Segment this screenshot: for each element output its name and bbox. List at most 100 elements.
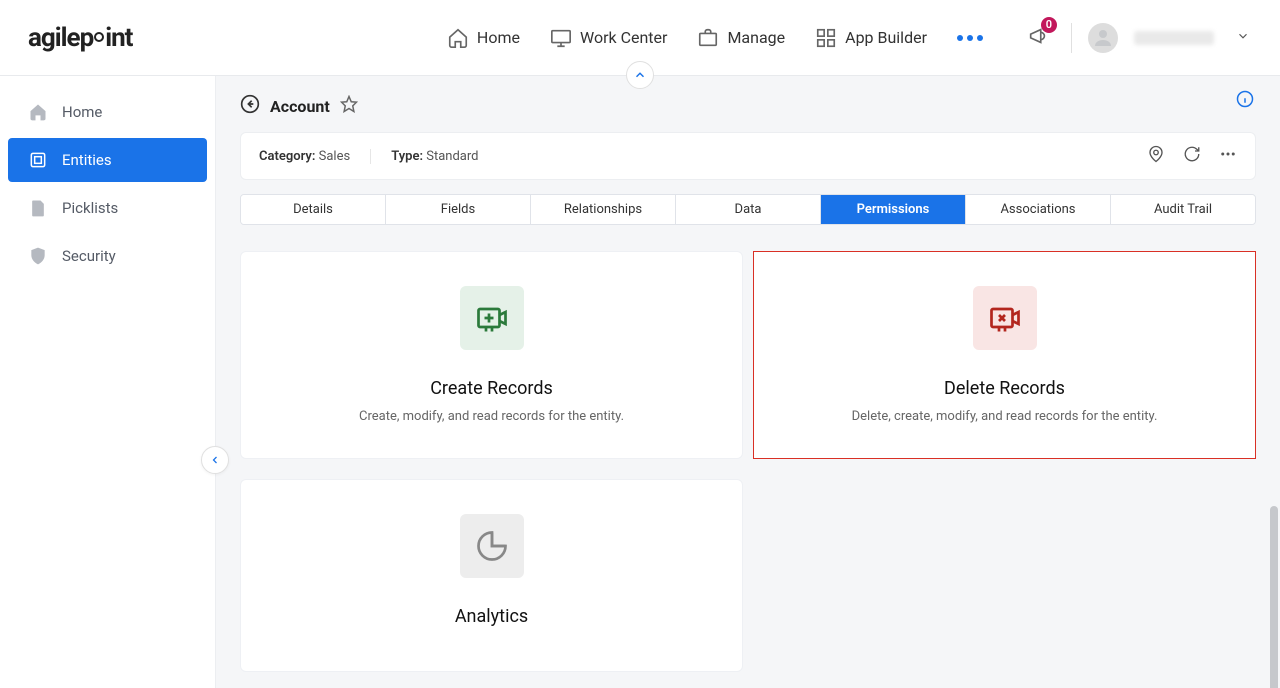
topnav-home[interactable]: Home: [447, 27, 520, 49]
scrollbar-thumb[interactable]: [1270, 506, 1278, 688]
username-blur: [1134, 31, 1214, 45]
add-camera-icon: [474, 300, 510, 336]
body: Home Entities Picklists Security Account: [0, 76, 1280, 688]
tab-permissions[interactable]: Permissions: [821, 195, 966, 224]
card-icon-wrap: [460, 286, 524, 350]
tab-audit-trail[interactable]: Audit Trail: [1111, 195, 1255, 224]
page-title: Account: [270, 97, 330, 116]
star-icon: [340, 95, 358, 113]
chevron-up-icon: [633, 68, 647, 82]
tab-fields[interactable]: Fields: [386, 195, 531, 224]
sidebar-item-label: Security: [62, 247, 116, 265]
card-desc: Create, modify, and read records for the…: [267, 409, 716, 424]
main: Account Category: Sales Type: Standard D…: [216, 76, 1280, 688]
meta-bar: Category: Sales Type: Standard: [240, 132, 1256, 180]
dot-icon: [977, 35, 983, 41]
topnav: Home Work Center Manage App Builder: [447, 27, 983, 49]
meta-actions: [1147, 145, 1237, 167]
delete-camera-icon: [987, 300, 1023, 336]
topnav-more[interactable]: [957, 27, 983, 49]
shield-icon: [28, 246, 48, 266]
card-icon-wrap: [460, 514, 524, 578]
tab-label: Associations: [1000, 202, 1075, 217]
sidebar-item-picklists[interactable]: Picklists: [8, 186, 207, 230]
page-header: Account: [240, 94, 1256, 118]
card-title: Analytics: [267, 606, 716, 627]
favorite-button[interactable]: [340, 95, 358, 117]
card-title: Delete Records: [780, 378, 1229, 399]
tabs: Details Fields Relationships Data Permis…: [240, 194, 1256, 225]
cards-row-1: Create Records Create, modify, and read …: [240, 251, 1256, 459]
topnav-app-builder[interactable]: App Builder: [815, 27, 927, 49]
tab-details[interactable]: Details: [241, 195, 386, 224]
notifications-button[interactable]: 0: [1021, 19, 1055, 57]
meta-value: Standard: [426, 149, 478, 164]
more-horizontal-icon: [1219, 145, 1237, 163]
user-icon: [1091, 26, 1115, 50]
card-icon-wrap: [973, 286, 1037, 350]
tab-label: Permissions: [857, 202, 930, 217]
info-button[interactable]: [1236, 90, 1254, 112]
topnav-manage[interactable]: Manage: [697, 27, 785, 49]
tab-label: Relationships: [564, 202, 642, 217]
sidebar-item-label: Picklists: [62, 199, 118, 217]
notification-badge: 0: [1041, 17, 1057, 33]
tab-associations[interactable]: Associations: [966, 195, 1111, 224]
chevron-down-icon: [1236, 29, 1250, 43]
monitor-icon: [550, 27, 572, 49]
home-icon: [447, 27, 469, 49]
sidebar-item-security[interactable]: Security: [8, 234, 207, 278]
refresh-icon: [1183, 145, 1201, 163]
divider: [1071, 23, 1072, 53]
topnav-label: Work Center: [580, 28, 667, 47]
topbar-right: 0: [1021, 19, 1256, 57]
sidebar-item-label: Home: [62, 103, 102, 121]
tab-data[interactable]: Data: [676, 195, 821, 224]
card-analytics[interactable]: Analytics: [240, 479, 743, 672]
briefcase-icon: [697, 27, 719, 49]
sidebar-item-label: Entities: [62, 151, 112, 169]
topbar: agilepint Home Work Center Manage App Bu…: [0, 0, 1280, 76]
more-button[interactable]: [1219, 145, 1237, 167]
sidebar-item-home[interactable]: Home: [8, 90, 207, 134]
card-title: Create Records: [267, 378, 716, 399]
dot-icon: [967, 35, 973, 41]
document-icon: [28, 198, 48, 218]
card-create-records[interactable]: Create Records Create, modify, and read …: [240, 251, 743, 459]
home-icon: [28, 102, 48, 122]
logo: agilepint: [28, 23, 132, 53]
user-menu-chevron[interactable]: [1230, 22, 1256, 53]
pie-chart-icon: [474, 528, 510, 564]
entity-icon: [28, 150, 48, 170]
topnav-work-center[interactable]: Work Center: [550, 27, 667, 49]
back-button[interactable]: [240, 94, 260, 118]
pin-button[interactable]: [1147, 145, 1165, 167]
logo-dot-icon: [94, 32, 104, 42]
topnav-label: App Builder: [845, 28, 927, 47]
info-icon: [1236, 90, 1254, 108]
pin-icon: [1147, 145, 1165, 163]
cards-row-2: Analytics: [240, 479, 1256, 672]
refresh-button[interactable]: [1183, 145, 1201, 167]
tab-relationships[interactable]: Relationships: [531, 195, 676, 224]
sidebar-item-entities[interactable]: Entities: [8, 138, 207, 182]
tab-label: Fields: [441, 202, 475, 217]
sidebar: Home Entities Picklists Security: [0, 76, 216, 688]
meta-label: Type:: [391, 149, 423, 164]
meta-value: Sales: [319, 149, 351, 164]
card-desc: Delete, create, modify, and read records…: [780, 409, 1229, 424]
topnav-label: Manage: [727, 28, 785, 47]
grid-icon: [815, 27, 837, 49]
meta-type: Type: Standard: [391, 149, 498, 164]
tab-label: Data: [735, 202, 762, 217]
collapse-topbar-button[interactable]: [626, 61, 654, 89]
arrow-left-circle-icon: [240, 94, 260, 114]
tab-label: Audit Trail: [1154, 202, 1212, 217]
avatar[interactable]: [1088, 23, 1118, 53]
meta-label: Category:: [259, 149, 315, 164]
dot-icon: [957, 35, 963, 41]
tab-label: Details: [293, 202, 333, 217]
card-delete-records[interactable]: Delete Records Delete, create, modify, a…: [753, 251, 1256, 459]
topnav-label: Home: [477, 28, 520, 47]
meta-category: Category: Sales: [259, 149, 371, 164]
